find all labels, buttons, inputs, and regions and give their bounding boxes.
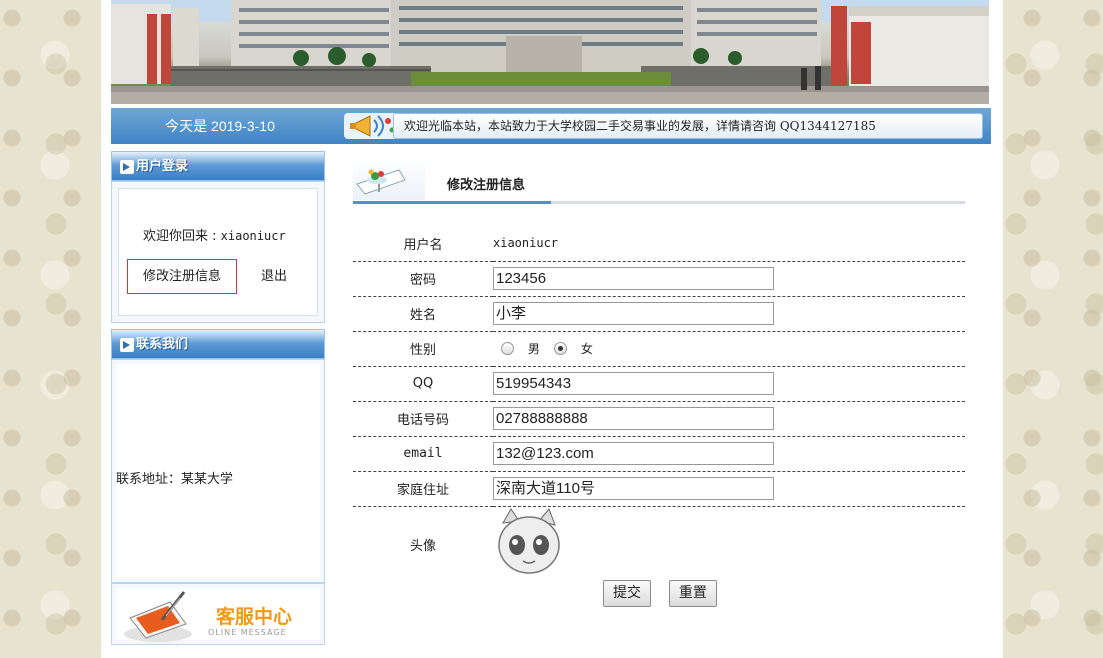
form-row-gender: 性别 男 女 [353, 331, 965, 367]
username-label: 用户名 [353, 226, 493, 262]
campus-photo [111, 0, 989, 104]
contact-panel-title: 联系我们 [136, 337, 189, 352]
phone-field[interactable]: 02788888888 [493, 407, 774, 430]
info-bar: 今天是 2019-3-10 欢迎光临本站，本站致力于大学校园二手交易事业的发展，… [111, 108, 991, 144]
cocktail-icon [356, 169, 406, 195]
edit-profile-link[interactable]: 修改注册信息 [127, 259, 237, 294]
name-field[interactable]: 小李 [493, 302, 774, 325]
phone-label: 电话号码 [353, 401, 493, 437]
submit-button[interactable]: 提交 [603, 580, 651, 607]
customer-service-subtitle: OLINE MESSAGE [208, 628, 287, 637]
banner-image [111, 0, 989, 104]
welcome-username: xiaoniucr [220, 229, 286, 243]
reset-button[interactable]: 重置 [668, 580, 717, 607]
logout-link[interactable]: 退出 [261, 259, 287, 294]
gender-radio-male[interactable] [500, 342, 514, 355]
arrow-right-icon [120, 338, 134, 352]
form-row-avatar: 头像 [353, 506, 965, 582]
form-row-username: 用户名 xiaoniucr [353, 226, 965, 262]
password-label: 密码 [353, 261, 493, 297]
contact-panel: 联系地址：某某大学 [111, 359, 325, 583]
gender-option-female: 女 [580, 342, 593, 356]
form-buttons: 提交 重置 [603, 580, 731, 607]
arrow-right-icon [120, 160, 134, 174]
customer-service-body: 客服中心 OLINE MESSAGE [116, 588, 320, 642]
login-panel-header: 用户登录 [111, 151, 325, 181]
main-content: 修改注册信息 用户名 xiaoniucr 密码 123456 姓名 小李 性别 … [353, 158, 965, 607]
customer-service-banner[interactable]: 客服中心 OLINE MESSAGE [111, 583, 325, 645]
qq-field[interactable]: 519954343 [493, 372, 774, 395]
welcome-text: 欢迎你回来 : xiaoniucr [143, 225, 286, 244]
email-field[interactable]: 132@123.com [493, 442, 774, 465]
address-field[interactable]: 深南大道110号 [493, 477, 774, 500]
login-panel-body: 欢迎你回来 : xiaoniucr 修改注册信息 退出 [118, 188, 318, 316]
login-panel-title: 用户登录 [136, 159, 189, 174]
gender-option-male: 男 [527, 342, 540, 356]
name-label: 姓名 [353, 296, 493, 332]
gender-radio-female[interactable] [553, 342, 567, 355]
contact-address: 联系地址：某某大学 [116, 472, 234, 487]
form-row-email: email 132@123.com [353, 436, 965, 472]
address-label: 家庭住址 [353, 471, 493, 507]
page-title: 修改注册信息 [447, 178, 526, 193]
sidebar: 用户登录 欢迎你回来 : xiaoniucr 修改注册信息 退出 联系我们 联系… [111, 151, 325, 645]
form-row-address: 家庭住址 深南大道110号 [353, 471, 965, 507]
welcome-prefix: 欢迎你回来 : [143, 229, 221, 244]
section-header: 修改注册信息 [353, 158, 965, 204]
avatar-image[interactable] [493, 506, 565, 579]
form-row-qq: QQ 519954343 [353, 366, 965, 402]
pen-tablet-icon [124, 591, 192, 642]
password-field[interactable]: 123456 [493, 267, 774, 290]
avatar-label: 头像 [409, 538, 436, 554]
notice-marquee: 欢迎光临本站，本站致力于大学校园二手交易事业的发展，详情请咨询 QQ134412… [393, 113, 983, 139]
current-date: 今天是 2019-3-10 [165, 118, 275, 134]
megaphone-icon [344, 110, 400, 142]
form-row-phone: 电话号码 02788888888 [353, 401, 965, 437]
customer-service-title: 客服中心 [216, 607, 293, 628]
gender-label: 性别 [353, 331, 493, 367]
form-row-password: 密码 123456 [353, 261, 965, 297]
contact-panel-body: 联系地址：某某大学 [116, 364, 320, 578]
profile-form: 用户名 xiaoniucr 密码 123456 姓名 小李 性别 男 女 QQ 5… [353, 226, 965, 582]
header-underline [353, 201, 551, 204]
page-container: 今天是 2019-3-10 欢迎光临本站，本站致力于大学校园二手交易事业的发展，… [101, 0, 1003, 658]
username-value: xiaoniucr [493, 226, 965, 262]
qq-label: QQ [353, 366, 493, 402]
contact-panel-header: 联系我们 [111, 329, 325, 359]
form-row-name: 姓名 小李 [353, 296, 965, 332]
section-header-icon-box [353, 160, 425, 200]
email-label: email [353, 436, 493, 472]
login-panel: 欢迎你回来 : xiaoniucr 修改注册信息 退出 [111, 181, 325, 323]
